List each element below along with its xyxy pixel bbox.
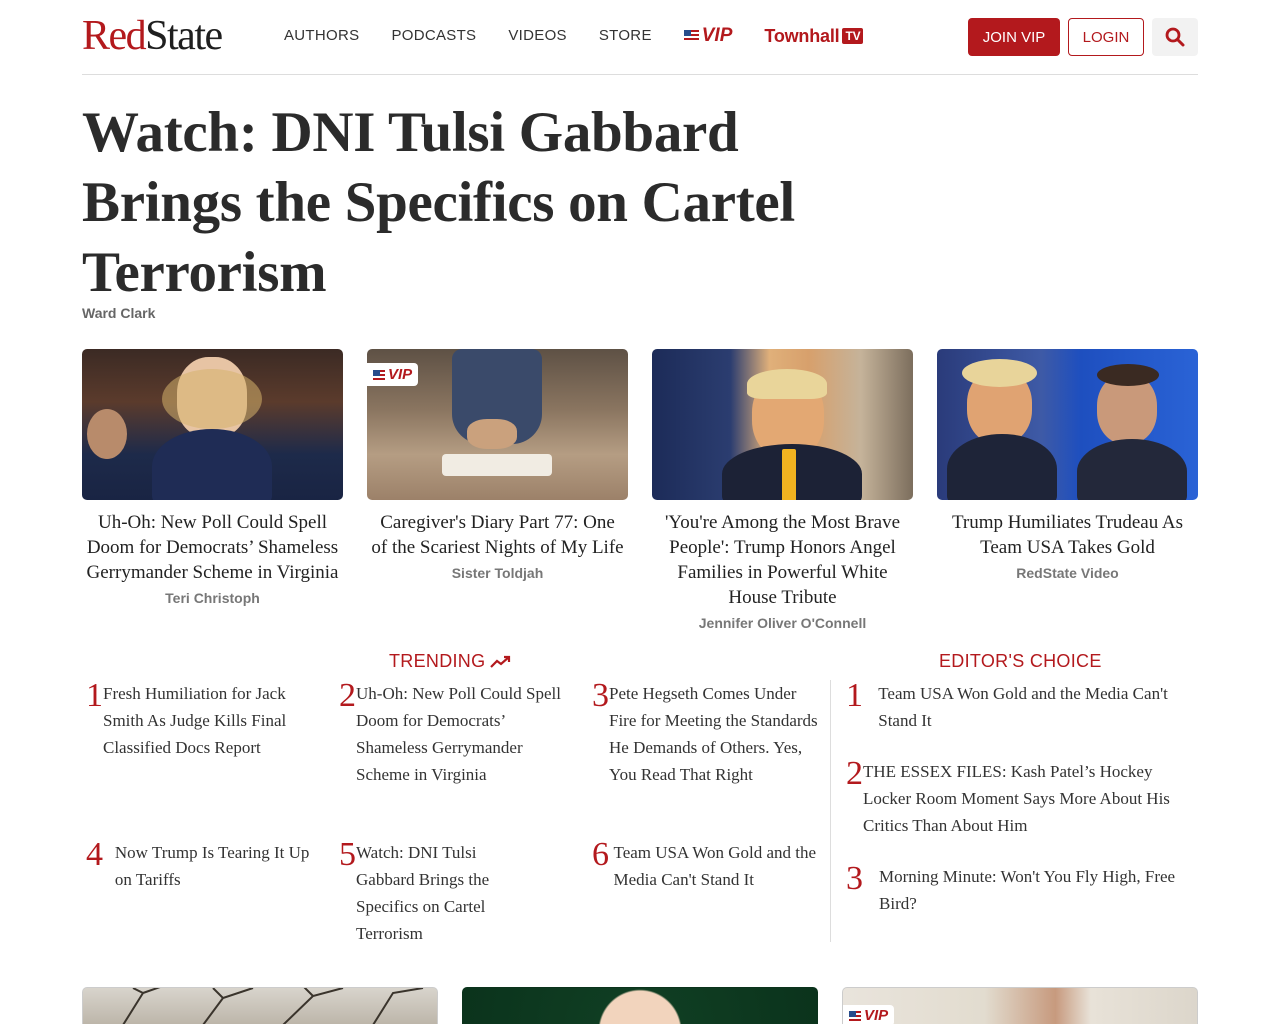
bottom-card-image[interactable] (82, 987, 438, 1024)
featured-card[interactable]: VIP Caregiver's Diary Part 77: One of th… (367, 349, 628, 631)
column-divider (830, 680, 831, 942)
card-image[interactable] (652, 349, 913, 500)
editors-choice-title[interactable]: Team USA Won Gold and the Media Can't St… (878, 680, 1198, 734)
card-title[interactable]: Trump Humiliates Trudeau As Team USA Tak… (937, 510, 1198, 560)
editors-choice-item[interactable]: 3 Morning Minute: Won't You Fly High, Fr… (846, 860, 1198, 917)
card-title[interactable]: Caregiver's Diary Part 77: One of the Sc… (367, 510, 628, 560)
nav-store[interactable]: STORE (599, 26, 652, 46)
trending-rank: 5 (339, 836, 356, 873)
editors-choice-rank: 1 (846, 677, 863, 714)
trending-item[interactable]: 5 Watch: DNI Tulsi Gabbard Brings the Sp… (339, 836, 539, 947)
card-author[interactable]: Jennifer Oliver O'Connell (652, 615, 913, 631)
trending-title[interactable]: Team USA Won Gold and the Media Can't St… (614, 839, 827, 893)
trending-title[interactable]: Pete Hegseth Comes Under Fire for Meetin… (609, 680, 822, 788)
townhall-tv-badge: TV (842, 28, 864, 44)
card-title[interactable]: Uh-Oh: New Poll Could Spell Doom for Dem… (82, 510, 343, 585)
trending-rank: 3 (592, 677, 609, 714)
card-image[interactable] (82, 349, 343, 500)
main-nav: AUTHORS PODCASTS VIDEOS STORE VIP Townha… (284, 25, 864, 47)
trending-rank: 2 (339, 677, 356, 714)
trending-item[interactable]: 2 Uh-Oh: New Poll Could Spell Doom for D… (339, 677, 569, 788)
featured-card[interactable]: 'You're Among the Most Brave People': Tr… (652, 349, 913, 631)
vip-badge: VIP (367, 363, 419, 386)
trending-rank: 4 (86, 836, 103, 873)
editors-choice-title[interactable]: Morning Minute: Won't You Fly High, Free… (879, 863, 1198, 917)
editors-choice-title[interactable]: THE ESSEX FILES: Kash Patel’s Hockey Loc… (863, 758, 1198, 839)
vip-badge-label: VIP (864, 1007, 889, 1024)
trending-item[interactable]: 1 Fresh Humiliation for Jack Smith As Ju… (86, 677, 316, 761)
bottom-card-image[interactable]: VIP (842, 987, 1198, 1024)
trending-up-icon (490, 655, 511, 668)
townhall-label: Townhall (764, 25, 840, 46)
editors-choice-item[interactable]: 2 THE ESSEX FILES: Kash Patel’s Hockey L… (846, 755, 1198, 839)
trending-item[interactable]: 6 Team USA Won Gold and the Media Can't … (592, 836, 827, 893)
trending-rank: 6 (592, 836, 609, 873)
editors-choice-item[interactable]: 1 Team USA Won Gold and the Media Can't … (846, 677, 1198, 734)
logo-black-text: State (145, 13, 223, 59)
trending-title[interactable]: Fresh Humiliation for Jack Smith As Judg… (103, 680, 316, 761)
nav-authors[interactable]: AUTHORS (284, 26, 359, 46)
editors-choice-heading: EDITOR'S CHOICE (939, 651, 1102, 671)
trending-title[interactable]: Uh-Oh: New Poll Could Spell Doom for Dem… (356, 680, 569, 788)
nav-townhall-tv[interactable]: Townhall TV (764, 25, 864, 47)
tree-branches-image (122, 988, 424, 1024)
featured-card[interactable]: Trump Humiliates Trudeau As Team USA Tak… (937, 349, 1198, 631)
nav-vip[interactable]: VIP (683, 25, 733, 47)
card-author[interactable]: Sister Toldjah (367, 565, 628, 581)
nav-podcasts[interactable]: PODCASTS (391, 26, 476, 46)
card-image[interactable] (937, 349, 1198, 500)
trending-title[interactable]: Now Trump Is Tearing It Up on Tariffs (115, 839, 316, 893)
search-icon (1165, 27, 1185, 47)
card-image[interactable]: VIP (367, 349, 628, 500)
search-button[interactable] (1152, 18, 1198, 56)
site-header: RedState AUTHORS PODCASTS VIDEOS STORE V… (82, 0, 1198, 75)
join-vip-button[interactable]: JOIN VIP (968, 18, 1060, 56)
bottom-card-image[interactable] (462, 987, 818, 1024)
trending-heading: TRENDING (389, 651, 512, 672)
article-headline[interactable]: Watch: DNI Tulsi Gabbard Brings the Spec… (82, 98, 842, 308)
vip-badge-label: VIP (388, 366, 413, 383)
card-author[interactable]: RedState Video (937, 565, 1198, 581)
card-title[interactable]: 'You're Among the Most Brave People': Tr… (652, 510, 913, 610)
trending-item[interactable]: 3 Pete Hegseth Comes Under Fire for Meet… (592, 677, 822, 788)
featured-card[interactable]: Uh-Oh: New Poll Could Spell Doom for Dem… (82, 349, 343, 631)
us-flag-icon (683, 30, 699, 42)
vip-badge: VIP (843, 1005, 895, 1024)
site-logo[interactable]: RedState (82, 13, 223, 59)
article-author[interactable]: Ward Clark (82, 305, 155, 321)
us-flag-icon (849, 1010, 861, 1021)
trending-heading-label: TRENDING (389, 651, 486, 671)
editors-choice-rank: 2 (846, 755, 863, 792)
login-button[interactable]: LOGIN (1068, 18, 1144, 56)
trending-title[interactable]: Watch: DNI Tulsi Gabbard Brings the Spec… (356, 839, 539, 947)
nav-vip-label: VIP (701, 25, 733, 46)
trending-item[interactable]: 4 Now Trump Is Tearing It Up on Tariffs (86, 836, 316, 893)
trending-rank: 1 (86, 677, 103, 714)
nav-videos[interactable]: VIDEOS (508, 26, 566, 46)
logo-red-text: Red (82, 13, 147, 59)
editors-choice-rank: 3 (846, 860, 863, 897)
us-flag-icon (373, 369, 385, 380)
card-author[interactable]: Teri Christoph (82, 590, 343, 606)
featured-cards: Uh-Oh: New Poll Could Spell Doom for Dem… (82, 349, 1198, 631)
